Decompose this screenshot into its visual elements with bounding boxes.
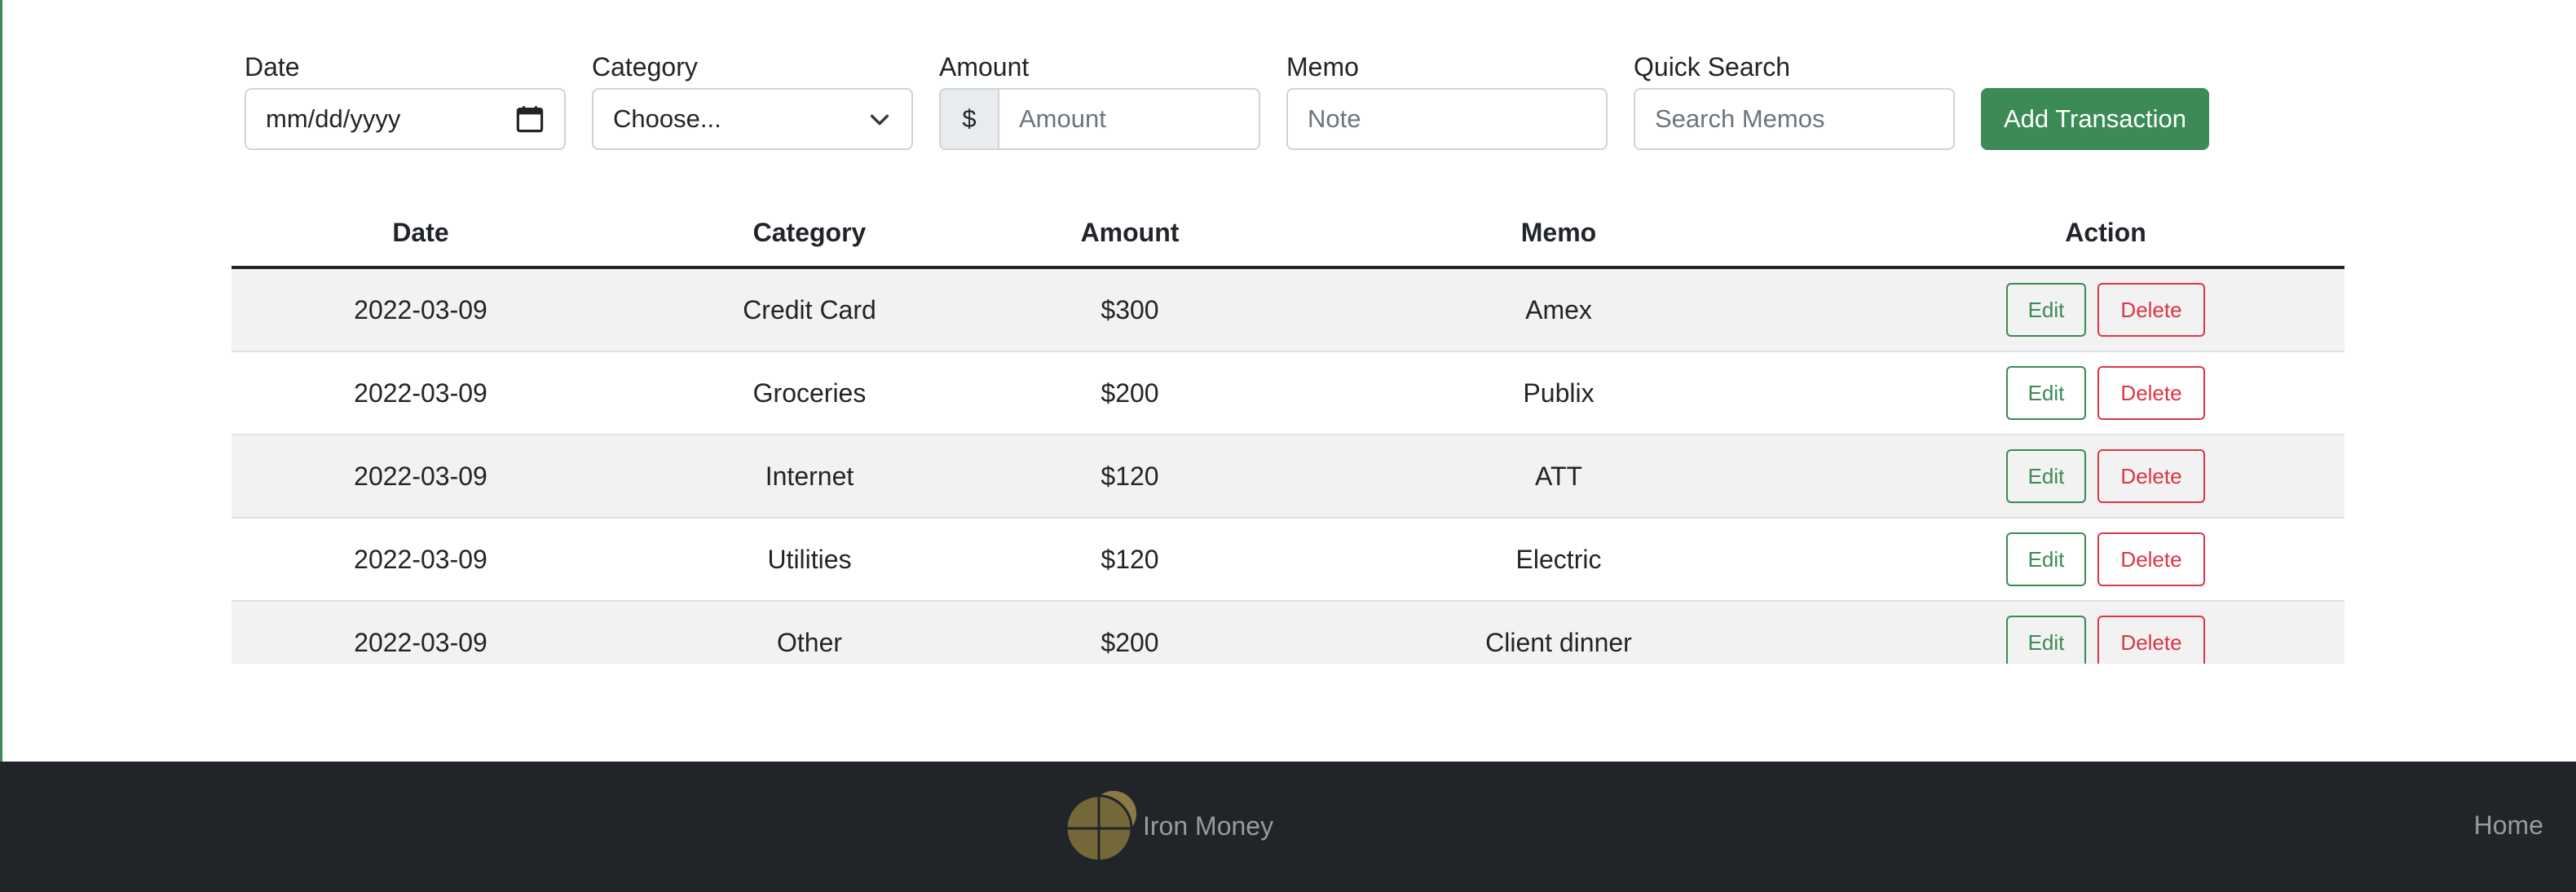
amount-input-group: $ Amount — [939, 88, 1260, 150]
memo-input[interactable]: Note — [1286, 88, 1608, 150]
edit-button[interactable]: Edit — [2006, 532, 2086, 586]
table-row: 2022-03-09 Internet $120 ATT Edit Delete — [232, 435, 2344, 519]
left-border — [0, 0, 2, 762]
memo-placeholder: Note — [1308, 104, 1361, 133]
cell-amount: $200 — [1009, 601, 1251, 664]
amount-field: Amount $ Amount — [939, 51, 1260, 150]
edit-button[interactable]: Edit — [2006, 449, 2086, 503]
calendar-icon[interactable] — [515, 104, 545, 134]
iron-money-logo-icon — [1065, 791, 1136, 863]
memo-label: Memo — [1286, 52, 1359, 82]
add-transaction-button[interactable]: Add Transaction — [1981, 88, 2210, 150]
table-row: 2022-03-09 Other $200 Client dinner Edit… — [232, 601, 2344, 664]
add-transaction-form: Date mm/dd/yyyy Category Choose... Amoun… — [245, 51, 2210, 150]
cell-action: Edit Delete — [1867, 518, 2344, 602]
cell-action: Edit Delete — [1867, 267, 2344, 352]
footer-brand[interactable]: Iron Money — [1063, 788, 1273, 864]
column-header-action: Action — [1867, 199, 2344, 269]
table-header-row: Date Category Amount Memo Action — [232, 199, 2344, 269]
cell-amount: $300 — [1009, 267, 1251, 352]
cell-amount: $120 — [1009, 518, 1251, 602]
cell-category: Utilities — [610, 518, 1009, 602]
quick-search-input[interactable]: Search Memos — [1634, 88, 1955, 150]
edit-button[interactable]: Edit — [2006, 283, 2086, 337]
chevron-down-icon — [870, 114, 889, 126]
delete-button[interactable]: Delete — [2097, 283, 2205, 337]
cell-date: 2022-03-09 — [232, 601, 610, 664]
date-input-value: mm/dd/yyyy — [266, 104, 401, 133]
page: Date mm/dd/yyyy Category Choose... Amoun… — [0, 0, 2576, 892]
table-row: 2022-03-09 Utilities $120 Electric Edit D… — [232, 518, 2344, 602]
table-row: 2022-03-09 Groceries $200 Publix Edit Del… — [232, 351, 2344, 435]
cell-date: 2022-03-09 — [232, 435, 610, 519]
amount-placeholder: Amount — [1019, 104, 1106, 133]
brand-name: Iron Money — [1143, 810, 1274, 841]
delete-button[interactable]: Delete — [2097, 449, 2205, 503]
cell-action: Edit Delete — [1867, 435, 2344, 519]
category-field: Category Choose... — [592, 51, 913, 150]
cell-category: Groceries — [610, 351, 1009, 435]
home-link[interactable]: Home — [2474, 810, 2543, 841]
column-header-memo: Memo — [1251, 199, 1867, 269]
memo-field: Memo Note — [1286, 51, 1608, 150]
date-field: Date mm/dd/yyyy — [245, 51, 566, 150]
date-label: Date — [245, 52, 300, 82]
category-select[interactable]: Choose... — [592, 88, 913, 150]
quick-search-field: Quick Search Search Memos — [1634, 51, 1955, 150]
transactions-table-container[interactable]: Date Category Amount Memo Action 2022-03… — [232, 199, 2344, 664]
cell-date: 2022-03-09 — [232, 267, 610, 352]
cell-amount: $200 — [1009, 351, 1251, 435]
edit-button[interactable]: Edit — [2006, 366, 2086, 420]
delete-button[interactable]: Delete — [2097, 532, 2205, 586]
currency-prefix: $ — [939, 88, 998, 150]
quick-search-placeholder: Search Memos — [1655, 104, 1825, 133]
cell-amount: $120 — [1009, 435, 1251, 519]
column-header-date: Date — [232, 199, 610, 269]
quick-search-label: Quick Search — [1634, 52, 1791, 82]
amount-input[interactable]: Amount — [998, 88, 1260, 150]
column-header-amount: Amount — [1009, 199, 1251, 269]
edit-button[interactable]: Edit — [2006, 616, 2086, 664]
cell-category: Other — [610, 601, 1009, 664]
cell-date: 2022-03-09 — [232, 518, 610, 602]
cell-memo: Electric — [1251, 518, 1867, 602]
cell-category: Credit Card — [610, 267, 1009, 352]
transactions-table: Date Category Amount Memo Action 2022-03… — [232, 199, 2344, 664]
cell-memo: Publix — [1251, 351, 1867, 435]
category-select-value: Choose... — [613, 104, 721, 133]
cell-action: Edit Delete — [1867, 601, 2344, 664]
date-input[interactable]: mm/dd/yyyy — [245, 88, 566, 150]
cell-date: 2022-03-09 — [232, 351, 610, 435]
footer: Iron Money Home — [0, 762, 2576, 892]
cell-category: Internet — [610, 435, 1009, 519]
cell-memo: Client dinner — [1251, 601, 1867, 664]
table-row: 2022-03-09 Credit Card $300 Amex Edit Del… — [232, 267, 2344, 352]
column-header-category: Category — [610, 199, 1009, 269]
delete-button[interactable]: Delete — [2097, 366, 2205, 420]
cell-memo: Amex — [1251, 267, 1867, 352]
delete-button[interactable]: Delete — [2097, 616, 2205, 664]
cell-memo: ATT — [1251, 435, 1867, 519]
amount-label: Amount — [939, 52, 1030, 82]
cell-action: Edit Delete — [1867, 351, 2344, 435]
category-label: Category — [592, 52, 698, 82]
